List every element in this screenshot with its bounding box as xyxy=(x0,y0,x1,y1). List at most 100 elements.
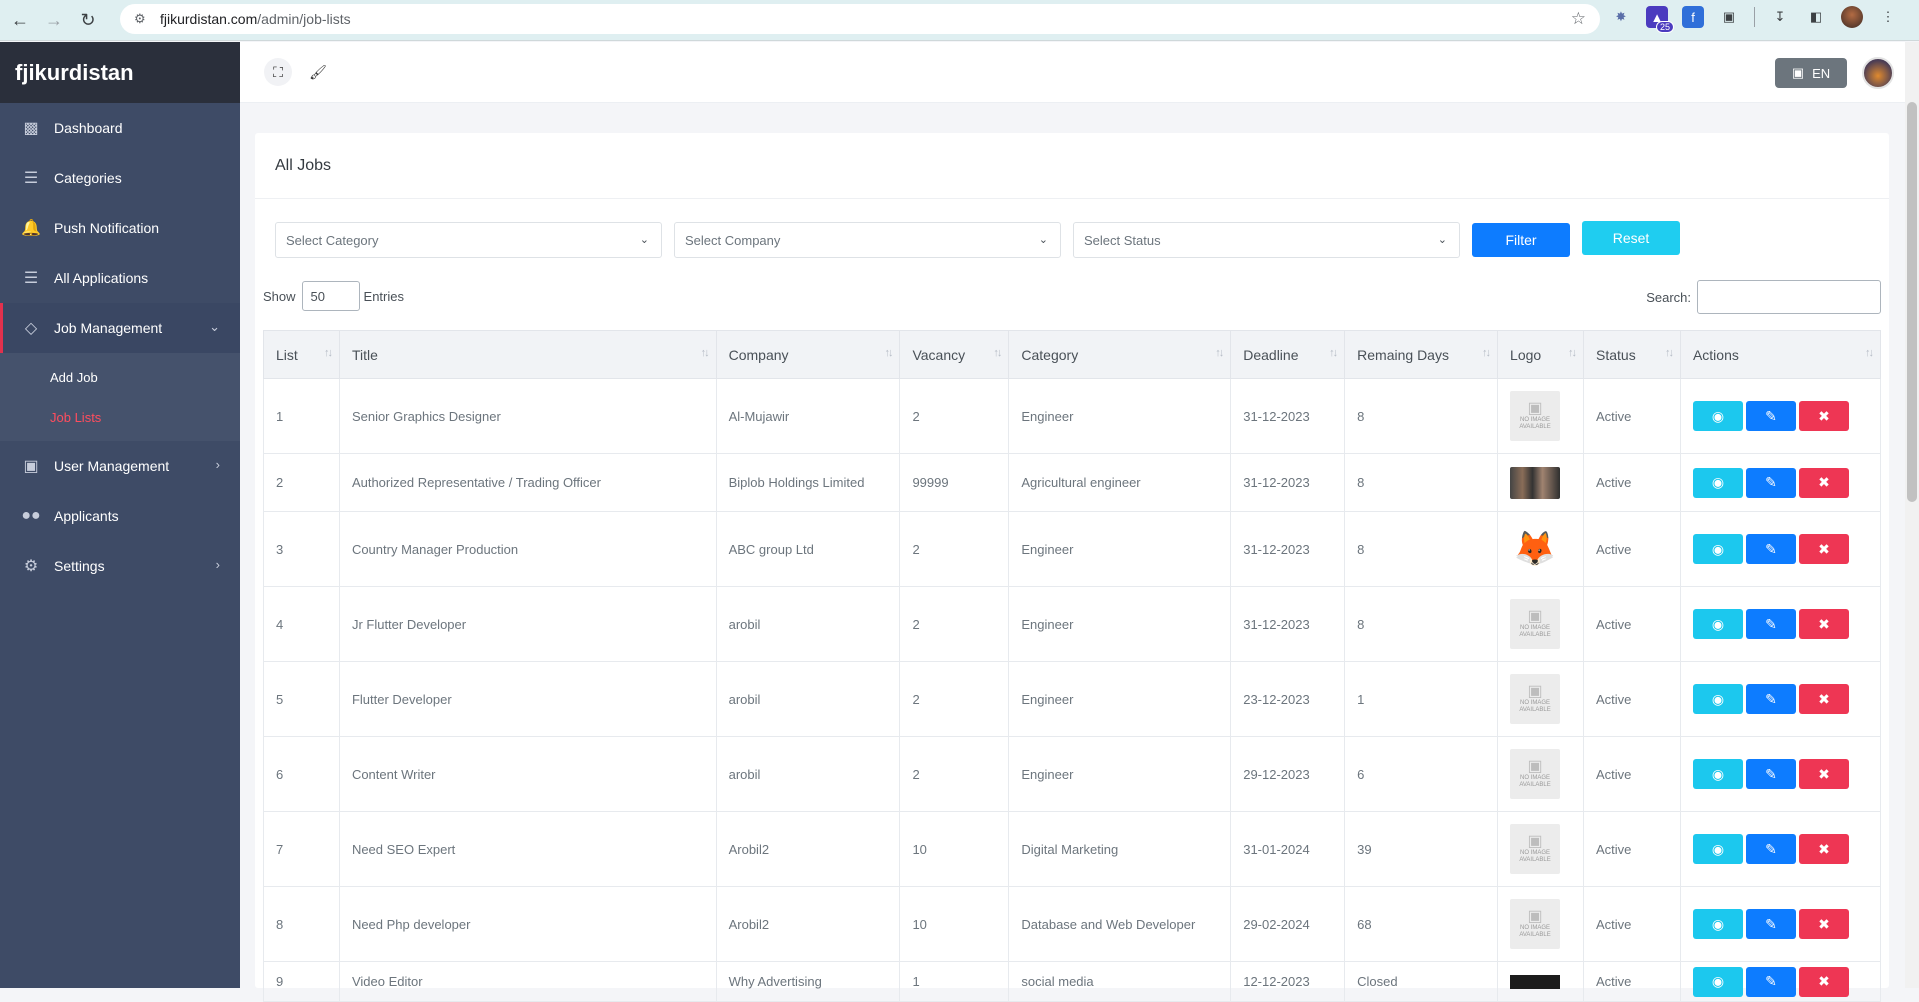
no-image-placeholder: ▣ NO IMAGE AVAILABLE xyxy=(1510,674,1561,724)
entries-select[interactable]: 50 xyxy=(301,281,360,311)
column-header-deadline[interactable]: Deadline ↑↓ xyxy=(1230,330,1346,379)
user-avatar[interactable] xyxy=(1862,57,1894,89)
view-button[interactable]: ◉ xyxy=(1692,966,1743,997)
edit-button[interactable]: ✎ xyxy=(1745,609,1796,639)
cell-category: Database and Web Developer xyxy=(1008,886,1232,962)
search-input[interactable] xyxy=(1697,280,1881,314)
no-image-text: NO IMAGE AVAILABLE xyxy=(1519,417,1551,430)
cell-remaining-days: 1 xyxy=(1344,661,1499,737)
submenu-add-job[interactable]: Add Job xyxy=(0,357,240,397)
view-button[interactable]: ◉ xyxy=(1692,684,1743,714)
cell-list: 3 xyxy=(263,511,340,587)
edit-button[interactable]: ✎ xyxy=(1745,467,1796,498)
view-button[interactable]: ◉ xyxy=(1692,401,1743,431)
cell-vacancy: 2 xyxy=(899,378,1010,454)
cell-status: Active xyxy=(1583,961,1681,1002)
sidebar-item-dashboard[interactable]: ▩ Dashboard xyxy=(0,103,240,153)
view-button[interactable]: ◉ xyxy=(1692,467,1743,498)
sidebar-item-user-management[interactable]: ▣ User Management › xyxy=(0,441,240,491)
address-bar[interactable]: ⚙ fjikurdistan.com/admin/job-lists ☆ xyxy=(120,4,1600,34)
column-header-title[interactable]: Title ↑↓ xyxy=(338,330,717,379)
delete-button[interactable]: ✖ xyxy=(1798,834,1849,864)
cell-list: 7 xyxy=(263,811,340,887)
side-panel-icon[interactable]: ◧ xyxy=(1805,6,1827,28)
trash-icon: ✖ xyxy=(1818,915,1830,932)
browser-menu-icon[interactable]: ⋮ xyxy=(1877,6,1899,28)
extension-swirl-icon[interactable]: ✸ xyxy=(1610,6,1632,28)
sidebar-item-settings[interactable]: ⚙ Settings › xyxy=(0,541,240,591)
cell-deadline: 31-12-2023 xyxy=(1230,511,1346,587)
delete-button[interactable]: ✖ xyxy=(1798,909,1849,939)
edit-button[interactable]: ✎ xyxy=(1745,966,1796,997)
delete-button[interactable]: ✖ xyxy=(1798,684,1849,714)
forward-arrow-icon[interactable]: → xyxy=(40,6,68,34)
sort-icon: ↑↓ xyxy=(323,347,333,359)
column-header-category[interactable]: Category ↑↓ xyxy=(1008,330,1232,379)
cell-category: Engineer xyxy=(1008,736,1232,812)
company-logo-photo xyxy=(1510,466,1561,499)
delete-button[interactable]: ✖ xyxy=(1798,401,1849,431)
submenu-job-lists[interactable]: Job Lists xyxy=(0,397,240,437)
cell-deadline: 31-12-2023 xyxy=(1230,586,1346,662)
brush-icon[interactable]: 🖌 xyxy=(304,58,332,86)
view-button[interactable]: ◉ xyxy=(1692,609,1743,639)
site-settings-icon[interactable]: ⚙ xyxy=(134,11,150,27)
back-arrow-icon[interactable]: ← xyxy=(6,6,34,34)
table-row: 4 Jr Flutter Developer arobil 2 Engineer 31-1… xyxy=(263,586,1882,662)
edit-icon: ✎ xyxy=(1765,973,1777,989)
reload-icon[interactable]: ↻ xyxy=(74,6,102,34)
edit-button[interactable]: ✎ xyxy=(1745,834,1796,864)
sidebar-item-label: Dashboard xyxy=(54,120,123,136)
view-button[interactable]: ◉ xyxy=(1692,759,1743,789)
filter-button[interactable]: Filter xyxy=(1472,223,1570,257)
edit-button[interactable]: ✎ xyxy=(1745,534,1796,564)
edit-button[interactable]: ✎ xyxy=(1745,684,1796,714)
download-icon[interactable]: ↧ xyxy=(1769,6,1791,28)
cell-vacancy: 2 xyxy=(899,661,1010,737)
sidebar-item-job-management[interactable]: ◇ Job Management ⌄ xyxy=(0,303,240,353)
chevron-right-icon: › xyxy=(215,557,220,572)
fullscreen-icon[interactable]: ⛶ xyxy=(264,58,292,86)
edit-button[interactable]: ✎ xyxy=(1745,759,1796,789)
edit-button[interactable]: ✎ xyxy=(1745,401,1796,431)
scrollbar-thumb[interactable] xyxy=(1907,102,1917,502)
column-header-logo[interactable]: Logo ↑↓ xyxy=(1497,330,1585,379)
status-select[interactable]: Select Status ⌄ xyxy=(1073,222,1460,258)
profile-avatar[interactable] xyxy=(1841,6,1863,28)
sidebar-item-applicants[interactable]: ●● Applicants xyxy=(0,491,240,541)
view-button[interactable]: ◉ xyxy=(1692,534,1743,564)
brand-logo[interactable]: fjikurdistan xyxy=(0,42,240,103)
sidebar-item-categories[interactable]: ☰ Categories xyxy=(0,153,240,203)
delete-button[interactable]: ✖ xyxy=(1798,467,1849,498)
delete-button[interactable]: ✖ xyxy=(1798,966,1849,997)
cell-status: Active xyxy=(1583,453,1681,512)
view-button[interactable]: ◉ xyxy=(1692,834,1743,864)
cell-company: Arobil2 xyxy=(715,886,901,962)
column-header-actions[interactable]: Actions ↑↓ xyxy=(1679,330,1882,379)
delete-button[interactable]: ✖ xyxy=(1798,609,1849,639)
delete-button[interactable]: ✖ xyxy=(1798,534,1849,564)
reset-button[interactable]: Reset xyxy=(1582,221,1680,255)
page-scrollbar[interactable] xyxy=(1905,42,1919,988)
delete-button[interactable]: ✖ xyxy=(1798,759,1849,789)
column-header-remaining-days[interactable]: Remaing Days ↑↓ xyxy=(1344,330,1499,379)
chevron-down-icon: ⌄ xyxy=(209,319,220,334)
image-placeholder-icon: ▣ xyxy=(1527,758,1543,775)
column-header-company[interactable]: Company ↑↓ xyxy=(715,330,901,379)
sidebar-item-push-notification[interactable]: 🔔 Push Notification xyxy=(0,203,240,253)
language-button[interactable]: ▣ EN xyxy=(1775,58,1847,88)
column-header-status[interactable]: Status ↑↓ xyxy=(1583,330,1681,379)
cell-category: Engineer xyxy=(1008,586,1232,662)
extensions-puzzle-icon[interactable]: ▣ xyxy=(1718,6,1740,28)
bookmark-star-icon[interactable]: ☆ xyxy=(1571,9,1586,29)
company-select[interactable]: Select Company ⌄ xyxy=(674,222,1061,258)
category-select[interactable]: Select Category ⌄ xyxy=(275,222,662,258)
extension-hat-icon[interactable]: ▲ 25 xyxy=(1646,6,1674,33)
sidebar-item-all-applications[interactable]: ☰ All Applications xyxy=(0,253,240,303)
column-header-list[interactable]: List ↑↓ xyxy=(263,330,340,379)
column-header-vacancy[interactable]: Vacancy ↑↓ xyxy=(899,330,1010,379)
extension-f-icon[interactable]: f xyxy=(1682,6,1704,28)
view-button[interactable]: ◉ xyxy=(1692,909,1743,939)
sidebar-item-label: Settings xyxy=(54,558,105,574)
edit-button[interactable]: ✎ xyxy=(1745,909,1796,939)
